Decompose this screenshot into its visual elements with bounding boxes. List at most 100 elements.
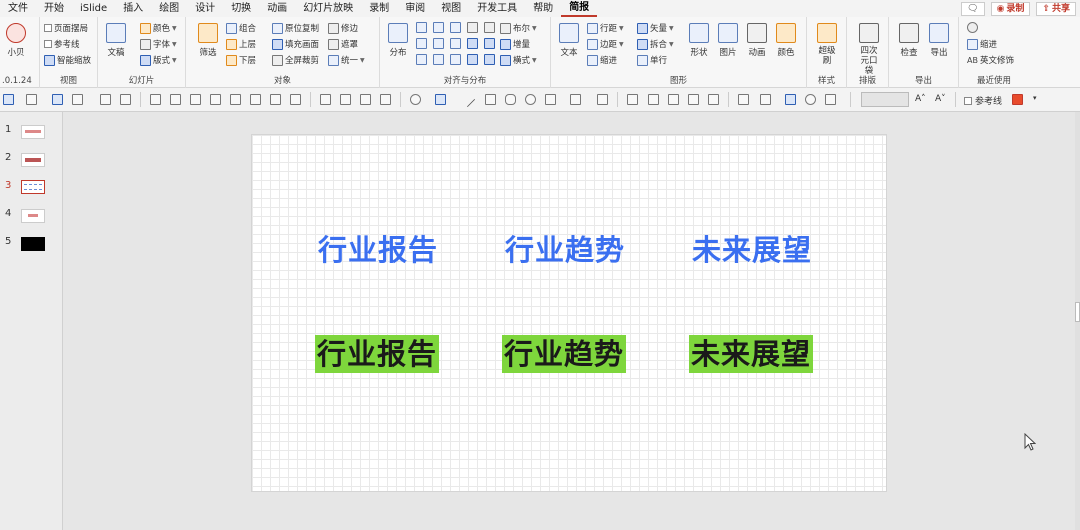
image-compress-icon[interactable] (688, 94, 699, 105)
box-icon[interactable] (100, 94, 111, 105)
check-page-layout[interactable]: 页面摆局 (44, 22, 88, 34)
bring-up-button[interactable]: 上层 (226, 38, 256, 50)
record-button[interactable]: ◉ 录制 (990, 1, 1031, 16)
send-backward-icon[interactable] (380, 94, 391, 105)
spacing-icon[interactable] (450, 54, 461, 65)
align-left-icon[interactable] (150, 94, 161, 105)
distribute-v-icon[interactable] (433, 54, 444, 65)
duplicate-in-place-button[interactable]: 原位复制 (272, 22, 319, 34)
mask-button[interactable]: 遮罩 (328, 38, 358, 50)
increment-button[interactable]: 增量 (500, 38, 530, 50)
slide-text-industry-trend[interactable]: 行业趋势 (505, 231, 625, 269)
menu-record[interactable]: 录制 (361, 0, 397, 17)
align-top-icon[interactable] (416, 22, 427, 33)
pocket-button[interactable]: 四次元口袋 (857, 23, 881, 76)
check-guides[interactable]: 参考线 (44, 38, 80, 50)
close-box-icon[interactable] (120, 94, 131, 105)
unify-button[interactable]: 统一 ▼ (328, 54, 365, 66)
save-icon[interactable] (52, 94, 63, 105)
xiaobei-button[interactable]: 小贝 (6, 23, 26, 58)
colors-button[interactable]: 颜色 (776, 23, 796, 58)
effects-icon[interactable] (805, 94, 816, 105)
image-reset-icon[interactable] (708, 94, 719, 105)
text-button[interactable]: 文本 (559, 23, 579, 58)
line-spacing-button[interactable]: 行距 ▼ (587, 22, 624, 34)
color-button[interactable]: 颜色 ▼ (140, 22, 177, 34)
outline-icon[interactable] (435, 94, 446, 105)
matrix-button[interactable]: 横式 ▼ (500, 54, 537, 66)
slide[interactable]: 行业报告 行业趋势 未来展望 行业报告 行业趋势 未来展望 (251, 134, 887, 492)
chevron-down-icon[interactable]: ▾ (1033, 94, 1044, 105)
menu-transitions[interactable]: 切换 (223, 0, 259, 17)
vector-button[interactable]: 矢量 ▼ (637, 22, 674, 34)
font-decrease-icon[interactable]: A˅ (935, 94, 946, 105)
slide-thumbnail-2[interactable] (21, 153, 45, 167)
font-increase-icon[interactable]: A˄ (915, 94, 926, 105)
guides-toggle[interactable]: 参考线 (964, 94, 1002, 107)
filter-button[interactable]: 筛选 (198, 23, 218, 58)
undo-icon[interactable] (72, 94, 83, 105)
recent-special-button[interactable] (967, 22, 978, 33)
rounded-rect-icon[interactable] (505, 94, 516, 105)
indent-button[interactable]: 缩进 (587, 54, 617, 66)
wengao-button[interactable]: 文稿 (106, 23, 126, 58)
align-bottom-icon[interactable] (450, 22, 461, 33)
menu-draw[interactable]: 绘图 (151, 0, 187, 17)
group-combine-button[interactable]: 组合 (226, 22, 256, 34)
slide-text-future-outlook[interactable]: 未来展望 (692, 231, 812, 269)
text-box-icon[interactable] (785, 94, 796, 105)
distribute-v-icon[interactable] (290, 94, 301, 105)
split-merge-button[interactable]: 拆合 ▼ (637, 38, 674, 50)
box-icon[interactable] (484, 54, 495, 65)
boolean-button[interactable]: 布尔 ▼ (500, 22, 537, 34)
open-icon[interactable] (26, 94, 37, 105)
fill-bucket-icon[interactable] (760, 94, 771, 105)
recent-english-button[interactable]: AB 英文修饰 (967, 54, 1014, 67)
menu-view[interactable]: 视图 (433, 0, 469, 17)
align-center-icon[interactable] (190, 94, 201, 105)
align-bottom-icon[interactable] (250, 94, 261, 105)
align-top-icon[interactable] (170, 94, 181, 105)
slide-thumbnail-5[interactable] (21, 237, 45, 251)
picture-button[interactable]: 图片 (718, 23, 738, 58)
select-icon[interactable] (3, 94, 14, 105)
slide-text-industry-report[interactable]: 行业报告 (318, 231, 438, 269)
eraser-icon[interactable] (597, 94, 608, 105)
rectangle-icon[interactable] (485, 94, 496, 105)
ellipse-icon[interactable] (525, 94, 536, 105)
share-button[interactable]: ⇪ 共享 (1036, 1, 1076, 16)
slide-text-future-outlook-highlight[interactable]: 未来展望 (689, 335, 814, 373)
menu-insert[interactable]: 插入 (115, 0, 151, 17)
menu-animations[interactable]: 动画 (259, 0, 295, 17)
freeform-icon[interactable] (570, 94, 581, 105)
fill-canvas-button[interactable]: 填充画面 (272, 38, 319, 50)
menu-file[interactable]: 文件 (0, 0, 36, 17)
distribute-h-icon[interactable] (416, 54, 427, 65)
menu-islide[interactable]: iSlide (72, 0, 115, 17)
align-middle-icon[interactable] (210, 94, 221, 105)
animation-button[interactable]: 动画 (747, 23, 767, 58)
align-right-icon[interactable] (230, 94, 241, 105)
distribute-h-icon[interactable] (270, 94, 281, 105)
ungroup-icon[interactable] (340, 94, 351, 105)
smart-zoom[interactable]: 智能缩放 (44, 54, 91, 66)
islide-icon[interactable] (1012, 94, 1023, 105)
box-icon[interactable] (467, 38, 478, 49)
trim-edge-button[interactable]: 修边 (328, 22, 358, 34)
box-icon[interactable] (467, 54, 478, 65)
slide-text-industry-trend-highlight[interactable]: 行业趋势 (502, 335, 627, 373)
picture-icon[interactable] (627, 94, 638, 105)
chart-icon[interactable] (738, 94, 749, 105)
crop-icon[interactable] (648, 94, 659, 105)
shape-button[interactable]: 形状 (689, 23, 709, 58)
export-button[interactable]: 导出 (929, 23, 949, 58)
font-button[interactable]: 字体 ▼ (140, 38, 177, 50)
comment-button[interactable]: 🗨 (961, 1, 985, 16)
menu-developer[interactable]: 开发工具 (469, 0, 525, 17)
menu-jianbao[interactable]: 简报 (561, 0, 598, 17)
line-icon[interactable] (459, 91, 476, 108)
layout-button[interactable]: 版式 ▼ (140, 54, 177, 66)
align-right-icon[interactable] (450, 38, 461, 49)
send-down-button[interactable]: 下层 (226, 54, 256, 66)
align-middle-icon[interactable] (433, 22, 444, 33)
